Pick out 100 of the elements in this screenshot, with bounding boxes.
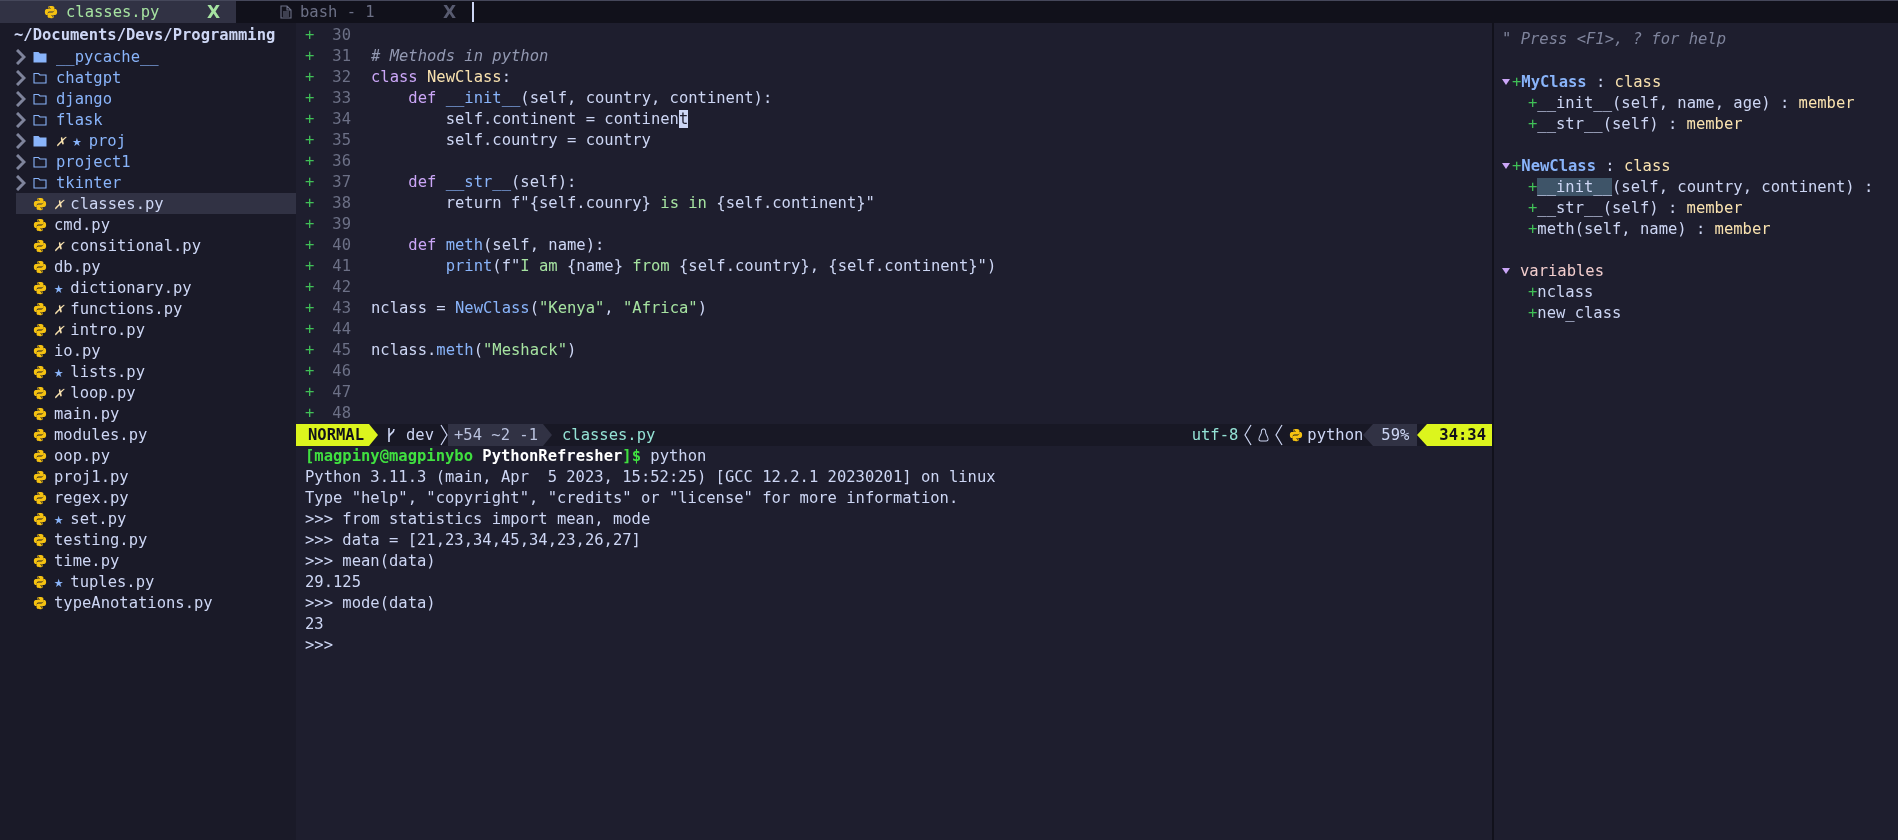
separator-colon: : (1667, 114, 1678, 133)
file-item[interactable]: ✗ loop.py (16, 382, 296, 403)
python-icon (33, 385, 47, 400)
file-item[interactable]: ★ set.py (16, 508, 296, 529)
python-icon (33, 301, 47, 316)
chevron-left-icon (1275, 424, 1284, 446)
signature: (self, name) (1574, 219, 1687, 238)
item-name: tuples.py (70, 572, 155, 591)
outline-item-name[interactable]: new_class (1537, 303, 1622, 322)
git-added-sign: + (305, 172, 316, 193)
item-name: consitional.py (70, 236, 201, 255)
file-item[interactable]: modules.py (16, 424, 296, 445)
file-item[interactable]: time.py (16, 550, 296, 571)
file-item[interactable]: cmd.py (16, 214, 296, 235)
file-item[interactable]: io.py (16, 340, 296, 361)
python-icon (33, 490, 47, 505)
signature: (self) (1602, 114, 1659, 133)
visibility-sign: + (1528, 303, 1538, 322)
git-added-sign: + (305, 319, 316, 340)
file-item[interactable]: ★ lists.py (16, 361, 296, 382)
editor-tab[interactable]: bash - 1 X (236, 1, 472, 23)
outline-group-name[interactable]: variables (1520, 261, 1604, 280)
file-item[interactable]: ✗ functions.py (16, 298, 296, 319)
file-item[interactable]: testing.py (16, 529, 296, 550)
terminal-line: >>> (305, 635, 334, 656)
folder-item[interactable]: project1 (16, 151, 296, 172)
file-item[interactable]: oop.py (16, 445, 296, 466)
python-icon (33, 553, 47, 568)
git-added-sign: + (305, 382, 316, 403)
file-item[interactable]: regex.py (16, 487, 296, 508)
python-icon (44, 5, 58, 19)
visibility-sign: + (1528, 219, 1538, 238)
git-added-sign: + (305, 361, 316, 382)
visibility-sign: + (1528, 93, 1538, 112)
folder-item[interactable]: ✗ ★ proj (16, 130, 296, 151)
file-item[interactable]: ✗ classes.py (16, 193, 296, 214)
outline-group-name[interactable]: NewClass (1521, 156, 1596, 175)
outline-group-name[interactable]: MyClass (1521, 72, 1587, 91)
file-type: python (1307, 426, 1364, 444)
folder-item[interactable]: __pycache__ (16, 46, 296, 67)
git-added-sign: + (305, 88, 316, 109)
tag-kind: class (1623, 156, 1671, 175)
git-added-sign: + (305, 403, 316, 424)
powerline-arrow-icon (368, 424, 378, 446)
code-line: nclass = NewClass("Kenya", "Africa") (371, 298, 707, 319)
powerline-arrow-icon (1417, 424, 1428, 446)
folder-item[interactable]: django (16, 88, 296, 109)
git-branch: dev (406, 426, 434, 444)
item-name: oop.py (54, 446, 110, 465)
editor-tab[interactable]: classes.py X (0, 1, 236, 23)
file-item[interactable]: typeAnotations.py (16, 592, 296, 613)
file-item[interactable]: proj1.py (16, 466, 296, 487)
tab-label: classes.py (66, 3, 161, 21)
python-icon (33, 532, 47, 547)
git-added-sign: + (305, 256, 316, 277)
outline-item-name[interactable]: __init__ (1537, 93, 1612, 112)
python-icon (33, 427, 47, 442)
line-number: 44 (331, 319, 351, 340)
file-item[interactable]: main.py (16, 403, 296, 424)
item-name: classes.py (70, 194, 164, 213)
git-added-sign: + (305, 298, 316, 319)
terminal-line: >>> mode(data) (305, 593, 437, 614)
outline-item-name[interactable]: nclass (1537, 282, 1594, 301)
caret-icon[interactable] (1502, 77, 1510, 86)
item-name: proj (88, 131, 126, 150)
file-item[interactable]: ★ dictionary.py (16, 277, 296, 298)
python-icon (33, 259, 47, 274)
outline-item-name[interactable]: __init__ (1537, 177, 1612, 196)
python-icon (33, 448, 47, 463)
tag-kind: member (1798, 93, 1855, 112)
terminal-line: >>> mean(data) (305, 551, 437, 572)
outline-item-name[interactable]: __str__ (1537, 198, 1603, 217)
outline-item-name[interactable]: meth (1537, 219, 1575, 238)
terminal-line: [magpiny@magpinybo PythonRefresher]$ python (305, 446, 708, 467)
item-name: tkinter (56, 173, 122, 192)
outline-item-name[interactable]: __str__ (1537, 114, 1603, 133)
directory-path: ~/Documents/Devs/Programming (14, 25, 277, 46)
git-added-sign: + (305, 235, 316, 256)
item-name: io.py (54, 341, 101, 360)
item-name: time.py (54, 551, 120, 570)
powerline-arrow-icon (1363, 424, 1374, 446)
terminal-line: >>> from statistics import mean, mode (305, 509, 652, 530)
folder-icon (33, 71, 47, 84)
separator-colon: : (1695, 219, 1706, 238)
item-name: cmd.py (54, 215, 110, 234)
line-number: 42 (331, 277, 351, 298)
folder-icon (33, 113, 47, 126)
folder-item[interactable]: flask (16, 109, 296, 130)
file-item[interactable]: ✗ consitional.py (16, 235, 296, 256)
caret-icon[interactable] (1502, 266, 1510, 275)
line-number: 35 (331, 130, 351, 151)
file-item[interactable]: db.py (16, 256, 296, 277)
file-item[interactable]: ✗ intro.py (16, 319, 296, 340)
item-name: functions.py (70, 299, 183, 318)
file-item[interactable]: ★ tuples.py (16, 571, 296, 592)
tab-close-button[interactable]: X (206, 2, 220, 22)
git-added-sign: + (305, 277, 316, 298)
folder-item[interactable]: chatgpt (16, 67, 296, 88)
folder-item[interactable]: tkinter (16, 172, 296, 193)
caret-icon[interactable] (1502, 161, 1510, 170)
